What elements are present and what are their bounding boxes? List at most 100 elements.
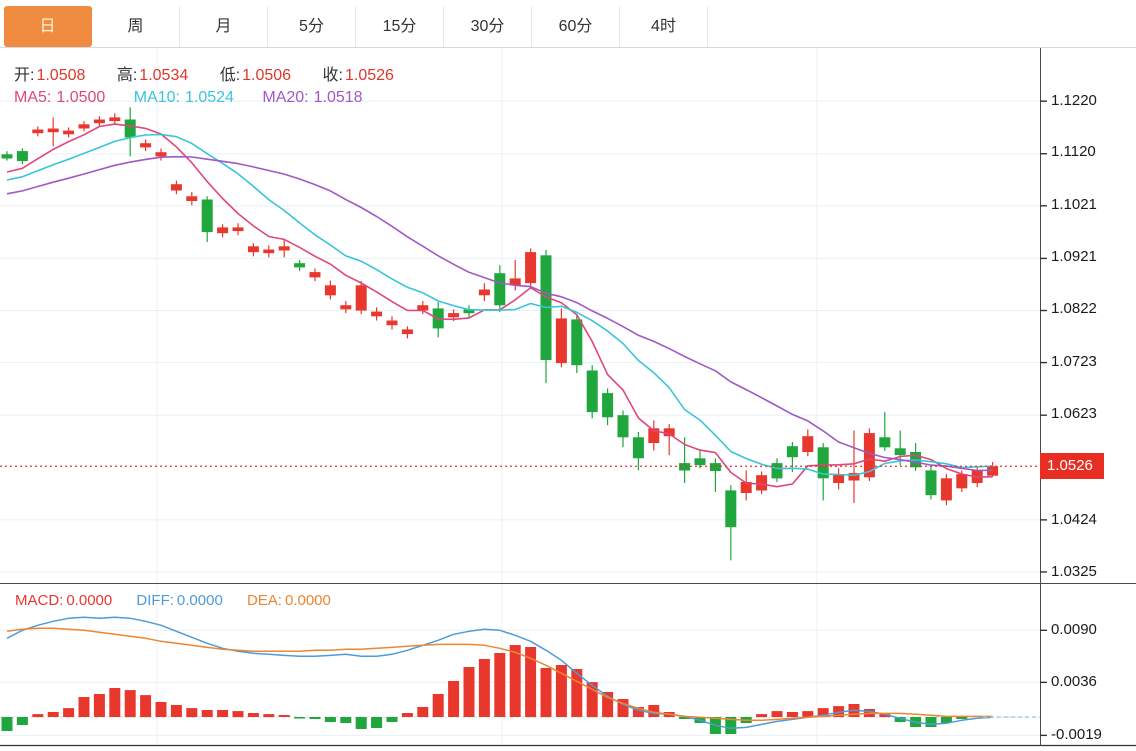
candle-body [448, 313, 459, 317]
candle-body [171, 184, 182, 190]
macd-bar [233, 711, 244, 717]
candle-body [725, 490, 736, 527]
panel-borders [0, 48, 1136, 746]
candle-body [587, 371, 598, 413]
macd-axis-label: 0.0090 [1051, 621, 1097, 639]
candle-body [186, 196, 197, 201]
macd-bar [171, 705, 182, 717]
candle-body [787, 446, 798, 457]
price-axis-label: 1.0921 [1051, 248, 1097, 266]
macd-bar [356, 717, 367, 729]
candle-body [772, 463, 783, 478]
macd-bar [63, 708, 74, 717]
macd-bar [510, 645, 521, 717]
macd-bar [371, 717, 382, 728]
legend-close: 收:1.0526 [323, 67, 394, 84]
price-axis-label: 1.0424 [1051, 511, 1097, 529]
legend-low: 低:1.0506 [220, 67, 291, 84]
macd-bar [956, 717, 967, 719]
candle-body [325, 285, 336, 295]
macd-axis-label: 0.0036 [1051, 673, 1097, 691]
legend-ma5: MA5:1.0500 [14, 89, 105, 106]
macd-bar [464, 667, 475, 717]
candle-body [602, 393, 613, 417]
macd-bar [186, 708, 197, 717]
tab-15min[interactable]: 15分 [356, 6, 444, 47]
macd-bar [156, 702, 167, 717]
price-axis-label: 1.0325 [1051, 563, 1097, 581]
macd-bar [756, 714, 767, 717]
macd-legend: MACD:0.0000 DIFF:0.0000 DEA:0.0000 [15, 592, 351, 609]
candle-body [279, 246, 290, 250]
macd-bar [202, 710, 213, 717]
candle-body [695, 458, 706, 465]
macd-bar [32, 714, 43, 717]
macd-bar [140, 695, 151, 717]
candle-body [63, 131, 74, 135]
candle-body [802, 436, 813, 452]
macd-bar [310, 717, 321, 719]
tab-30min[interactable]: 30分 [444, 6, 532, 47]
chart-canvas[interactable] [0, 0, 1136, 751]
candle-body [633, 437, 644, 458]
candle-body [17, 151, 28, 161]
candle-body [479, 290, 490, 296]
candle-body [556, 318, 567, 363]
candle-body [140, 143, 151, 147]
macd-bar [340, 717, 351, 723]
price-axis-label: 1.0623 [1051, 405, 1097, 423]
macd-bar [217, 710, 228, 717]
macd-histogram [2, 645, 968, 734]
candle-body [109, 117, 120, 121]
price-axis-label: 1.1120 [1051, 143, 1096, 161]
ohlc-legend: 开:1.0508 高:1.0534 低:1.0506 收:1.0526 [14, 61, 421, 85]
macd-bar [402, 713, 413, 717]
macd-bar [448, 681, 459, 717]
legend-dea-value: DEA:0.0000 [247, 592, 331, 609]
macd-bar [787, 712, 798, 717]
tab-5min[interactable]: 5分 [268, 6, 356, 47]
candle-body [926, 470, 937, 495]
tab-4hour[interactable]: 4时 [620, 6, 708, 47]
macd-bar [494, 653, 505, 717]
candle-body [248, 246, 259, 252]
candle-body [202, 200, 213, 233]
tab-week[interactable]: 周 [92, 6, 180, 47]
candle-body [710, 463, 721, 471]
tab-month[interactable]: 月 [180, 6, 268, 47]
tab-60min[interactable]: 60分 [532, 6, 620, 47]
candle-body [94, 120, 105, 124]
price-axis-label: 1.0822 [1051, 300, 1097, 318]
tab-day[interactable]: 日 [4, 6, 92, 47]
macd-bar [248, 713, 259, 717]
macd-bar [433, 694, 444, 717]
candle-body [340, 305, 351, 309]
macd-bar [263, 714, 274, 717]
macd-bar [279, 715, 290, 717]
legend-diff-value: DIFF:0.0000 [136, 592, 222, 609]
candle-body [879, 437, 890, 447]
candle-body [387, 321, 398, 326]
candle-body [294, 263, 305, 267]
macd-axis-label: -0.0019 [1051, 726, 1102, 744]
candle-body [125, 120, 136, 138]
macd-bar [294, 717, 305, 719]
candle-body [618, 415, 629, 437]
candle-body [263, 250, 274, 254]
candle-body [494, 273, 505, 305]
candle-body [217, 227, 228, 233]
candle-body [371, 312, 382, 317]
price-axis-label: 1.1220 [1051, 92, 1097, 110]
macd-bar [387, 717, 398, 722]
macd-bar [94, 694, 105, 717]
macd-bar [325, 717, 336, 722]
candle-body [233, 227, 244, 231]
candles-layer [2, 107, 999, 560]
candle-body [156, 152, 167, 156]
candle-body [756, 475, 767, 490]
macd-bar [926, 717, 937, 727]
macd-bar [48, 712, 59, 717]
macd-bar [772, 711, 783, 717]
macd-bar [17, 717, 28, 725]
candle-body [956, 474, 967, 488]
